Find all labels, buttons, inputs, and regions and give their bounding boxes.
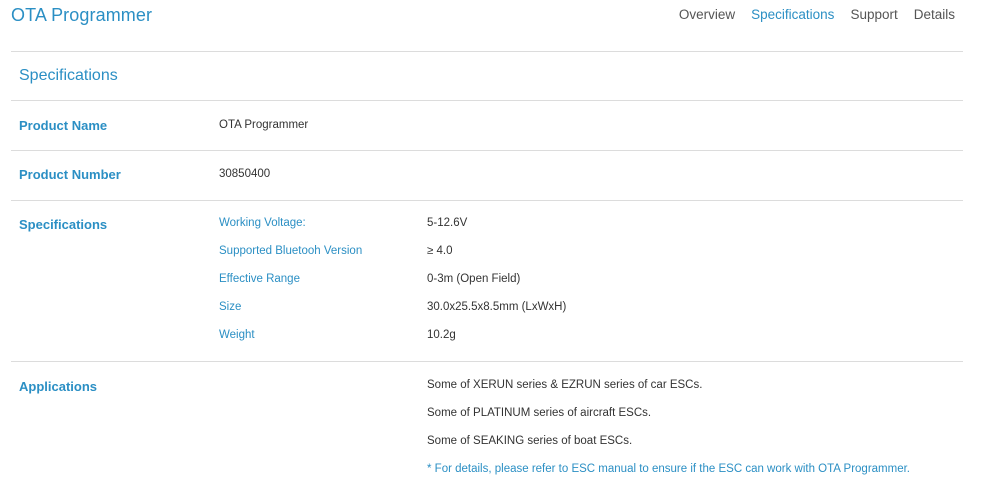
product-name-value: OTA Programmer	[219, 119, 309, 131]
list-item: Some of XERUN series & EZRUN series of c…	[427, 379, 703, 391]
list-item: Some of SEAKING series of boat ESCs.	[427, 435, 633, 447]
header: OTA Programmer Overview Specifications S…	[0, 0, 997, 52]
spec-row: Size 30.0x25.5x8.5mm (LxWxH)	[219, 301, 719, 329]
product-name-label: Product Name	[19, 118, 108, 133]
spec-key: Weight	[219, 329, 255, 341]
nav-details[interactable]: Details	[914, 7, 955, 22]
spec-value: 10.2g	[427, 329, 456, 341]
section-title: Specifications	[19, 67, 118, 84]
spec-value: 5-12.6V	[427, 217, 468, 229]
specifications-label: Specifications	[19, 217, 108, 232]
spec-row: Supported Bluetooh Version ≥ 4.0	[219, 245, 719, 273]
divider	[11, 361, 963, 362]
nav-support[interactable]: Support	[850, 7, 897, 22]
spec-row: Working Voltage: 5-12.6V	[219, 217, 719, 245]
spec-row: Effective Range 0-3m (Open Field)	[219, 273, 719, 301]
list-item: Some of PLATINUM series of aircraft ESCs…	[427, 407, 652, 419]
applications-list: Some of XERUN series & EZRUN series of c…	[427, 379, 957, 475]
spec-row: Weight 10.2g	[219, 329, 719, 357]
divider	[11, 150, 963, 151]
spec-value: 0-3m (Open Field)	[427, 273, 521, 285]
divider	[11, 200, 963, 201]
spec-key: Effective Range	[219, 273, 300, 285]
brand-title: OTA Programmer	[11, 5, 153, 25]
header-divider	[11, 51, 963, 52]
applications-note: * For details, please refer to ESC manua…	[427, 463, 910, 475]
spec-value: ≥ 4.0	[427, 245, 453, 257]
nav-overview[interactable]: Overview	[679, 7, 735, 22]
spec-key: Working Voltage:	[219, 217, 306, 229]
spec-key: Size	[219, 301, 242, 313]
top-nav: Overview Specifications Support Details	[679, 7, 955, 22]
applications-label: Applications	[19, 379, 98, 394]
divider	[11, 100, 963, 101]
spec-key: Supported Bluetooh Version	[219, 245, 363, 257]
product-number-value: 30850400	[219, 168, 271, 180]
spec-value: 30.0x25.5x8.5mm (LxWxH)	[427, 301, 567, 313]
spec-list: Working Voltage: 5-12.6V Supported Bluet…	[219, 217, 719, 357]
nav-specifications[interactable]: Specifications	[751, 7, 834, 22]
product-number-label: Product Number	[19, 167, 121, 182]
page: OTA Programmer Overview Specifications S…	[0, 0, 997, 490]
